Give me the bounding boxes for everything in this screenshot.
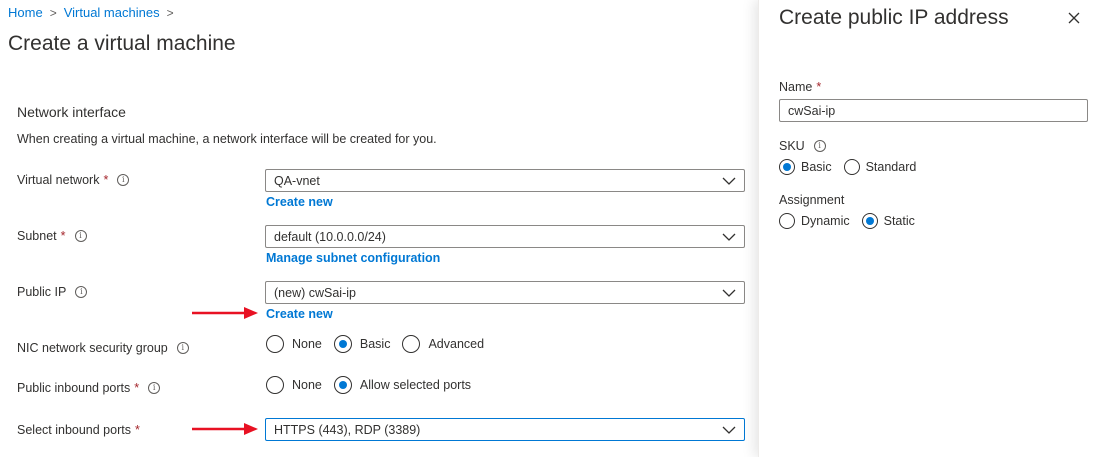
public-ip-select[interactable]: (new) cwSai-ip bbox=[265, 281, 745, 304]
breadcrumb-separator: > bbox=[166, 5, 174, 20]
label-text: NIC network security group bbox=[17, 341, 168, 355]
info-icon[interactable]: i bbox=[74, 230, 87, 242]
label-text: Virtual network bbox=[17, 173, 100, 187]
radio-button[interactable] bbox=[861, 213, 878, 229]
info-icon[interactable]: i bbox=[75, 286, 88, 298]
select-value: HTTPS (443), RDP (3389) bbox=[274, 422, 421, 437]
option-label: Standard bbox=[865, 160, 917, 174]
nic-nsg-option-none[interactable]: None bbox=[266, 335, 322, 353]
create-new-vnet-link[interactable]: Create new bbox=[266, 195, 333, 209]
select-inbound-ports-select[interactable]: HTTPS (443), RDP (3389) bbox=[265, 418, 745, 441]
required-marker: * bbox=[60, 229, 66, 243]
option-label: Basic bbox=[801, 160, 832, 174]
subnet-select[interactable]: default (10.0.0.0/24) bbox=[265, 225, 745, 248]
assignment-option-static[interactable]: Static bbox=[861, 213, 915, 229]
radio-button[interactable] bbox=[333, 376, 352, 394]
label-text: Select inbound ports bbox=[17, 423, 131, 437]
name-label: Name * bbox=[779, 80, 821, 94]
label-text: Assignment bbox=[779, 193, 845, 207]
sku-option-basic[interactable]: Basic bbox=[779, 159, 832, 175]
public-inbound-option-none[interactable]: None bbox=[266, 376, 322, 394]
virtual-network-label: Virtual network * i bbox=[17, 173, 130, 187]
label-text: SKU bbox=[779, 139, 805, 153]
radio-button[interactable] bbox=[333, 335, 352, 353]
assignment-label: Assignment bbox=[779, 193, 844, 207]
label-text: Public inbound ports bbox=[17, 381, 131, 395]
option-label: Advanced bbox=[428, 337, 485, 351]
chevron-down-icon bbox=[722, 426, 736, 434]
option-label: Static bbox=[883, 214, 915, 228]
option-label: None bbox=[292, 337, 322, 351]
section-description: When creating a virtual machine, a netwo… bbox=[17, 132, 437, 146]
label-text: Subnet bbox=[17, 229, 57, 243]
assignment-option-dynamic[interactable]: Dynamic bbox=[779, 213, 850, 229]
select-value: (new) cwSai-ip bbox=[274, 285, 356, 300]
section-title: Network interface bbox=[17, 104, 126, 120]
chevron-down-icon bbox=[722, 177, 736, 185]
breadcrumb-home[interactable]: Home bbox=[8, 5, 43, 20]
info-icon[interactable]: i bbox=[148, 382, 161, 394]
nic-nsg-option-basic[interactable]: Basic bbox=[333, 335, 391, 353]
radio-button[interactable] bbox=[843, 159, 860, 175]
create-new-public-ip-link[interactable]: Create new bbox=[266, 307, 333, 321]
radio-button[interactable] bbox=[402, 335, 421, 353]
red-arrow-icon bbox=[192, 307, 258, 319]
radio-button[interactable] bbox=[266, 335, 284, 353]
chevron-down-icon bbox=[722, 289, 736, 297]
nic-nsg-radio-group: None Basic Advanced bbox=[266, 335, 496, 353]
public-inbound-radio-group: None Allow selected ports bbox=[266, 376, 483, 394]
page-title: Create a virtual machine bbox=[8, 32, 236, 55]
required-marker: * bbox=[134, 423, 140, 437]
option-label: Dynamic bbox=[801, 214, 850, 228]
nic-nsg-label: NIC network security group i bbox=[17, 341, 189, 355]
breadcrumb: Home > Virtual machines > bbox=[8, 5, 181, 20]
panel-title: Create public IP address bbox=[779, 6, 1009, 29]
subnet-label: Subnet * i bbox=[17, 229, 87, 243]
breadcrumb-separator: > bbox=[49, 5, 57, 20]
radio-button[interactable] bbox=[779, 213, 795, 229]
nic-nsg-option-advanced[interactable]: Advanced bbox=[402, 335, 484, 353]
close-icon[interactable] bbox=[1066, 10, 1082, 26]
select-value: default (10.0.0.0/24) bbox=[274, 229, 386, 244]
sku-radio-group: Basic Standard bbox=[779, 159, 928, 175]
required-marker: * bbox=[816, 80, 822, 94]
select-inbound-ports-label: Select inbound ports * bbox=[17, 423, 140, 437]
public-inbound-ports-label: Public inbound ports * i bbox=[17, 381, 161, 395]
radio-button[interactable] bbox=[266, 376, 284, 394]
sku-label: SKU i bbox=[779, 139, 826, 153]
public-inbound-option-allow[interactable]: Allow selected ports bbox=[333, 376, 472, 394]
create-public-ip-panel: Create public IP address Name * cwSai-ip… bbox=[758, 0, 1099, 457]
option-label: Basic bbox=[359, 337, 391, 351]
required-marker: * bbox=[134, 381, 140, 395]
info-icon[interactable]: i bbox=[117, 174, 130, 186]
label-text: Name bbox=[779, 80, 813, 94]
public-ip-label: Public IP i bbox=[17, 285, 88, 299]
sku-option-standard[interactable]: Standard bbox=[843, 159, 917, 175]
breadcrumb-virtual-machines[interactable]: Virtual machines bbox=[64, 5, 160, 20]
name-input[interactable]: cwSai-ip bbox=[779, 99, 1088, 122]
select-value: QA-vnet bbox=[274, 173, 320, 188]
manage-subnet-link[interactable]: Manage subnet configuration bbox=[266, 251, 440, 265]
virtual-network-select[interactable]: QA-vnet bbox=[265, 169, 745, 192]
red-arrow-icon bbox=[192, 423, 258, 435]
info-icon[interactable]: i bbox=[813, 140, 826, 152]
option-label: Allow selected ports bbox=[359, 378, 472, 392]
required-marker: * bbox=[103, 173, 109, 187]
radio-button[interactable] bbox=[779, 159, 795, 175]
chevron-down-icon bbox=[722, 233, 736, 241]
assignment-radio-group: Dynamic Static bbox=[779, 213, 927, 229]
label-text: Public IP bbox=[17, 285, 67, 299]
info-icon[interactable]: i bbox=[176, 342, 189, 354]
option-label: None bbox=[292, 378, 322, 392]
